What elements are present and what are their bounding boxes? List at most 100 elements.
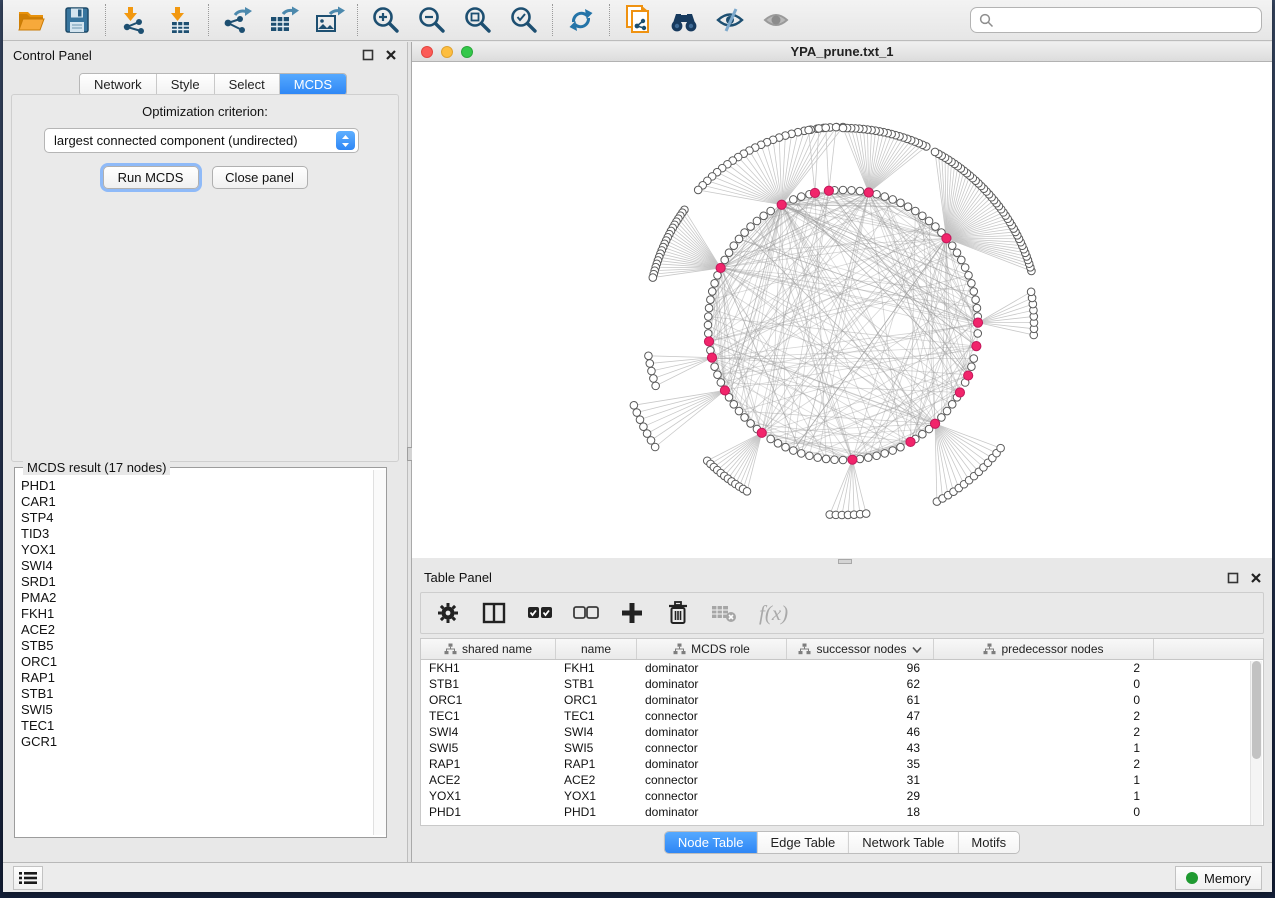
task-history-button[interactable] <box>13 866 43 890</box>
columns-icon <box>482 602 506 624</box>
find-button[interactable] <box>668 4 700 36</box>
search-field-container <box>970 7 1262 33</box>
network-view-window: YPA_prune.txt_1 <box>412 42 1272 558</box>
table-row[interactable]: SWI4SWI4dominator462 <box>421 724 1263 740</box>
list-item[interactable]: YOX1 <box>21 542 370 558</box>
open-file-button[interactable] <box>15 4 47 36</box>
network-titlebar[interactable]: YPA_prune.txt_1 <box>412 42 1272 62</box>
optimization-criterion-select[interactable]: largest connected component (undirected) <box>44 128 359 153</box>
sort-descending-icon <box>912 646 922 653</box>
list-item[interactable]: PMA2 <box>21 590 370 606</box>
list-item[interactable]: SWI5 <box>21 702 370 718</box>
table-row[interactable]: ACE2ACE2connector311 <box>421 772 1263 788</box>
delete-row-button[interactable] <box>665 600 691 626</box>
list-item[interactable]: FKH1 <box>21 606 370 622</box>
refresh-icon <box>566 5 596 35</box>
table-row[interactable]: STB1STB1dominator620 <box>421 676 1263 692</box>
network-canvas[interactable] <box>412 62 1272 558</box>
export-image-button[interactable] <box>313 4 345 36</box>
export-network-icon <box>221 5 253 35</box>
search-input[interactable] <box>1000 13 1253 28</box>
list-item[interactable]: PHD1 <box>21 478 370 494</box>
list-item[interactable]: CAR1 <box>21 494 370 510</box>
list-item[interactable]: ORC1 <box>21 654 370 670</box>
optimization-criterion-label: Optimization criterion: <box>3 104 407 119</box>
table-row[interactable]: PHD1PHD1dominator180 <box>421 804 1263 820</box>
clone-network-button[interactable] <box>622 4 654 36</box>
memory-button[interactable]: Memory <box>1175 866 1262 890</box>
list-item[interactable]: STB1 <box>21 686 370 702</box>
scrollbar-thumb[interactable] <box>1252 661 1261 759</box>
column-header-mcds-role[interactable]: MCDS role <box>637 639 787 659</box>
tab-mcds[interactable]: MCDS <box>280 74 346 95</box>
list-icon <box>19 871 37 885</box>
zoom-out-button[interactable] <box>416 4 448 36</box>
refresh-button[interactable] <box>565 4 597 36</box>
table-row[interactable]: YOX1YOX1connector291 <box>421 788 1263 804</box>
list-item[interactable]: ACE2 <box>21 622 370 638</box>
node-table: shared name name MCDS role successor nod… <box>420 638 1264 826</box>
tab-select[interactable]: Select <box>215 74 280 95</box>
list-item[interactable]: RAP1 <box>21 670 370 686</box>
table-row[interactable]: FKH1FKH1dominator962 <box>421 660 1263 676</box>
column-header-successor-nodes[interactable]: successor nodes <box>787 639 934 659</box>
show-columns-button[interactable] <box>481 600 507 626</box>
tab-node-table[interactable]: Node Table <box>665 832 758 853</box>
close-panel-icon[interactable] <box>1249 571 1262 584</box>
delete-table-button[interactable] <box>711 600 737 626</box>
mcds-result-box: MCDS result (17 nodes) PHD1 CAR1 STP4 TI… <box>14 467 387 838</box>
deselect-all-icon <box>573 605 599 621</box>
list-item[interactable]: TID3 <box>21 526 370 542</box>
float-panel-icon[interactable] <box>361 48 374 61</box>
zoom-in-button[interactable] <box>370 4 402 36</box>
zoom-fit-button[interactable] <box>462 4 494 36</box>
tab-network-table[interactable]: Network Table <box>849 832 958 853</box>
deselect-all-button[interactable] <box>573 600 599 626</box>
select-all-button[interactable] <box>527 600 553 626</box>
list-item[interactable]: GCR1 <box>21 734 370 750</box>
list-item[interactable]: STB5 <box>21 638 370 654</box>
import-network-icon <box>119 5 149 35</box>
export-table-button[interactable] <box>267 4 299 36</box>
memory-status-icon <box>1186 872 1198 884</box>
table-tabbar: Node Table Edge Table Network Table Moti… <box>664 831 1020 854</box>
table-row[interactable]: ORC1ORC1dominator610 <box>421 692 1263 708</box>
mcds-result-list[interactable]: PHD1 CAR1 STP4 TID3 YOX1 SWI4 SRD1 PMA2 … <box>21 478 370 833</box>
network-title: YPA_prune.txt_1 <box>412 44 1272 59</box>
column-header-predecessor-nodes[interactable]: predecessor nodes <box>934 639 1154 659</box>
list-item[interactable]: STP4 <box>21 510 370 526</box>
import-table-button[interactable] <box>164 4 196 36</box>
list-item[interactable]: SRD1 <box>21 574 370 590</box>
import-network-button[interactable] <box>118 4 150 36</box>
memory-label: Memory <box>1204 871 1251 886</box>
table-settings-button[interactable] <box>435 600 461 626</box>
function-builder-button[interactable]: f(x) <box>757 600 797 626</box>
tab-edge-table[interactable]: Edge Table <box>757 832 849 853</box>
tab-network[interactable]: Network <box>80 74 157 95</box>
hide-selected-button[interactable] <box>714 4 746 36</box>
table-panel: Table Panel <box>412 565 1272 858</box>
list-item[interactable]: TEC1 <box>21 718 370 734</box>
export-network-button[interactable] <box>221 4 253 36</box>
horizontal-split-divider[interactable] <box>412 558 1272 565</box>
column-header-shared-name[interactable]: shared name <box>421 639 556 659</box>
run-mcds-button[interactable]: Run MCDS <box>103 166 199 189</box>
divider-handle[interactable] <box>838 559 852 564</box>
show-all-button[interactable] <box>760 4 792 36</box>
table-row[interactable]: SWI5SWI5connector431 <box>421 740 1263 756</box>
add-row-button[interactable] <box>619 600 645 626</box>
zoom-selected-button[interactable] <box>508 4 540 36</box>
table-row[interactable]: RAP1RAP1dominator352 <box>421 756 1263 772</box>
save-session-button[interactable] <box>61 4 93 36</box>
tab-motifs[interactable]: Motifs <box>958 832 1019 853</box>
zoom-in-icon <box>371 5 401 35</box>
tab-style[interactable]: Style <box>157 74 215 95</box>
float-panel-icon[interactable] <box>1226 571 1239 584</box>
table-row[interactable]: TEC1TEC1connector472 <box>421 708 1263 724</box>
close-panel-icon[interactable] <box>384 48 397 61</box>
list-item[interactable]: SWI4 <box>21 558 370 574</box>
column-header-name[interactable]: name <box>556 639 637 659</box>
close-panel-button[interactable]: Close panel <box>212 166 308 189</box>
table-scrollbar[interactable] <box>1250 661 1262 825</box>
result-scrollbar[interactable] <box>373 470 386 835</box>
